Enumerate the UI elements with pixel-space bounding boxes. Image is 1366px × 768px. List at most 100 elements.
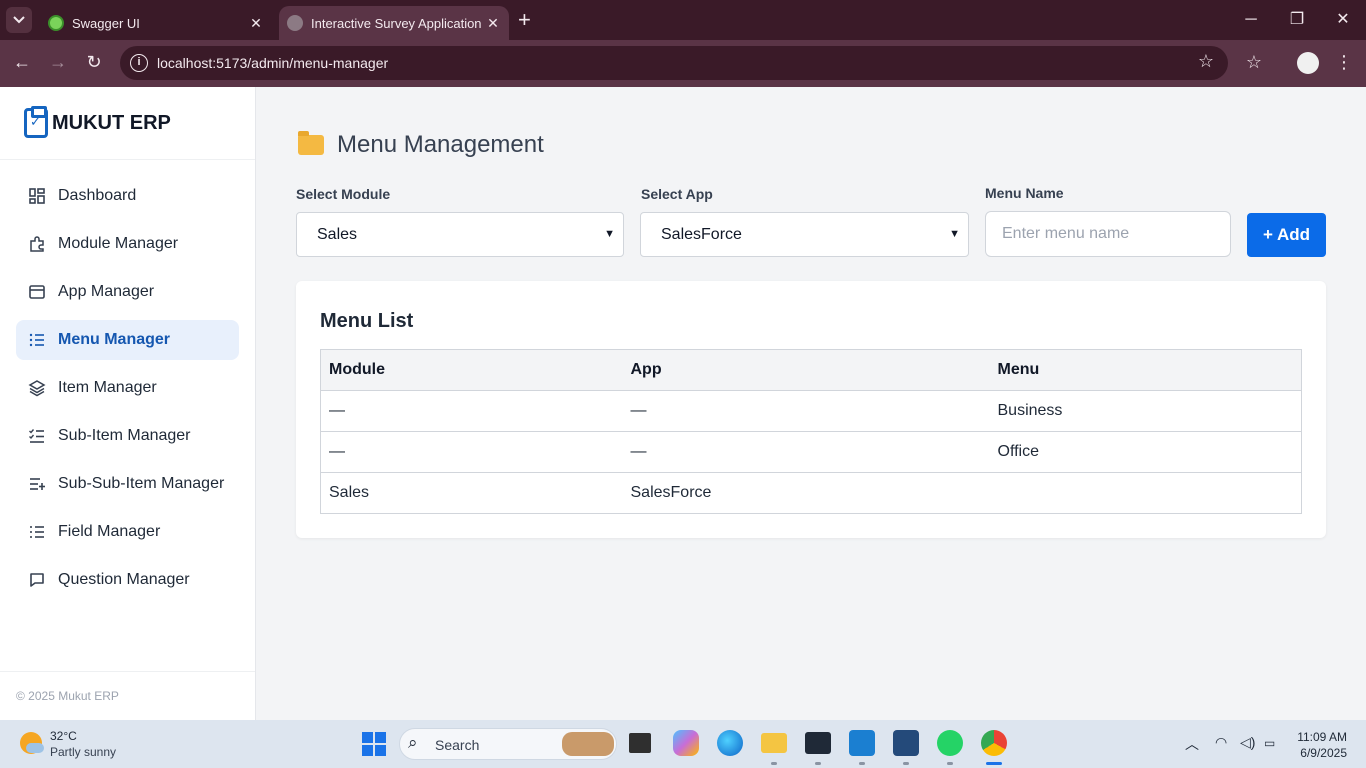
sidebar-footer: © 2025 Mukut ERP bbox=[0, 671, 255, 720]
list-ordered-icon bbox=[30, 526, 44, 538]
profile-avatar[interactable] bbox=[1297, 52, 1319, 74]
sidebar-item-field-manager[interactable]: Field Manager bbox=[16, 512, 239, 552]
module-label: Select Module bbox=[296, 186, 391, 202]
taskbar-search[interactable]: ⌕ Search bbox=[399, 728, 617, 760]
sidebar-item-sub-sub-item-manager[interactable]: Sub-Sub-Item Manager bbox=[16, 464, 239, 504]
running-indicator bbox=[859, 762, 865, 765]
add-button[interactable]: + Add bbox=[1247, 213, 1326, 257]
forward-icon[interactable]: → bbox=[46, 52, 70, 73]
new-tab-button[interactable]: + bbox=[518, 8, 531, 32]
weather-temp: 32°C bbox=[50, 729, 77, 743]
whatsapp-icon[interactable] bbox=[937, 730, 963, 756]
sidebar-item-label: App Manager bbox=[58, 283, 155, 300]
clock-date: 6/9/2025 bbox=[1300, 746, 1347, 760]
search-icon: ⌕ bbox=[408, 733, 418, 752]
brand[interactable]: MUKUT ERP bbox=[0, 87, 255, 160]
address-bar[interactable]: i localhost:5173/admin/menu-manager ☆ bbox=[120, 46, 1228, 80]
sidebar-item-item-manager[interactable]: Item Manager bbox=[16, 368, 239, 408]
browser-tab-bar: Swagger UI ✕ Interactive Survey Applicat… bbox=[0, 0, 1366, 40]
chevron-up-icon[interactable]: ︿ bbox=[1185, 734, 1199, 754]
minimize-button[interactable]: ─ bbox=[1228, 6, 1274, 34]
cell-app: — bbox=[622, 390, 990, 432]
sidebar-item-sub-item-manager[interactable]: Sub-Item Manager bbox=[16, 416, 239, 456]
page-title-text: Menu Management bbox=[337, 131, 544, 158]
sidebar-item-menu-manager[interactable]: Menu Manager bbox=[16, 320, 239, 360]
window-icon bbox=[29, 285, 45, 299]
copilot-icon[interactable] bbox=[673, 730, 699, 756]
task-view-icon[interactable] bbox=[629, 733, 651, 753]
cell-module: — bbox=[320, 431, 623, 473]
sidebar-item-module-manager[interactable]: Module Manager bbox=[16, 224, 239, 264]
puzzle-icon bbox=[30, 236, 44, 252]
chevron-down-icon: ▼ bbox=[949, 228, 960, 240]
reload-icon[interactable]: ↻ bbox=[82, 52, 106, 73]
menu-list-card: Menu List Module App Menu — — Business —… bbox=[296, 281, 1326, 538]
folder-icon bbox=[298, 131, 324, 155]
clock[interactable]: 11:09 AM 6/9/2025 bbox=[1297, 729, 1347, 761]
sidebar-item-label: Item Manager bbox=[58, 379, 157, 396]
bookmark-star-icon[interactable]: ☆ bbox=[1198, 51, 1214, 72]
database-tool-icon[interactable] bbox=[893, 730, 919, 756]
site-info-icon[interactable]: i bbox=[130, 54, 148, 72]
browser-tab-survey[interactable]: Interactive Survey Application w ✕ bbox=[279, 6, 509, 40]
close-icon[interactable]: ✕ bbox=[483, 15, 503, 32]
favorites-icon[interactable]: ☆ bbox=[1242, 52, 1266, 73]
sidebar-item-app-manager[interactable]: App Manager bbox=[16, 272, 239, 312]
chrome-icon[interactable] bbox=[981, 730, 1007, 756]
column-header-module: Module bbox=[320, 349, 623, 391]
sidebar-item-label: Dashboard bbox=[58, 187, 137, 204]
menu-name-input[interactable]: Enter menu name bbox=[985, 211, 1231, 257]
module-select-value: Sales bbox=[317, 226, 358, 243]
list-add-icon bbox=[30, 478, 45, 490]
back-icon[interactable]: ← bbox=[10, 52, 34, 73]
running-indicator bbox=[815, 762, 821, 765]
sidebar-item-label: Question Manager bbox=[58, 571, 190, 588]
menu-table: Module App Menu — — Business — — Office … bbox=[320, 349, 1302, 514]
volume-icon[interactable]: ◁) bbox=[1240, 734, 1255, 751]
windows-start-icon[interactable] bbox=[362, 732, 386, 756]
sidebar-item-label: Field Manager bbox=[58, 523, 161, 540]
active-indicator bbox=[986, 762, 1002, 765]
message-square-icon bbox=[30, 573, 44, 587]
vscode-icon[interactable] bbox=[849, 730, 875, 756]
cell-menu: Office bbox=[989, 431, 1302, 473]
partly-sunny-icon[interactable] bbox=[20, 732, 44, 754]
column-header-app: App bbox=[622, 349, 990, 391]
taskbar: 32°C Partly sunny ⌕ Search ︿ ◠ ◁) ▭ 11:0… bbox=[0, 720, 1366, 768]
battery-icon[interactable]: ▭ bbox=[1264, 736, 1275, 750]
tab-title: Interactive Survey Application w bbox=[311, 15, 483, 31]
table-row: Sales SalesForce bbox=[320, 472, 1302, 514]
cell-menu bbox=[989, 472, 1302, 514]
list-icon bbox=[29, 333, 44, 347]
tab-title: Swagger UI bbox=[72, 15, 140, 31]
file-explorer-icon[interactable] bbox=[761, 733, 787, 753]
app-label: Select App bbox=[641, 186, 713, 202]
close-icon[interactable]: ✕ bbox=[246, 15, 266, 32]
weather-desc: Partly sunny bbox=[50, 745, 117, 759]
sidebar-item-question-manager[interactable]: Question Manager bbox=[16, 560, 239, 600]
browser-tab-swagger[interactable]: Swagger UI ✕ bbox=[36, 6, 272, 40]
sidebar-menu: Dashboard Module Manager App Manager Men… bbox=[0, 160, 255, 600]
restore-button[interactable]: ❐ bbox=[1274, 6, 1320, 34]
terminal-icon[interactable] bbox=[805, 732, 831, 754]
more-menu-icon[interactable]: ⋮ bbox=[1332, 52, 1356, 73]
url-text: localhost:5173/admin/menu-manager bbox=[157, 55, 389, 71]
close-window-button[interactable]: ✕ bbox=[1320, 6, 1366, 34]
app-select-value: SalesForce bbox=[661, 226, 742, 243]
menu-name-label: Menu Name bbox=[985, 185, 1064, 201]
sidebar-item-label: Sub-Sub-Item Manager bbox=[58, 475, 225, 492]
app-select[interactable]: SalesForce ▼ bbox=[640, 212, 969, 257]
checklist-icon bbox=[29, 429, 44, 443]
page-title: Menu Management bbox=[298, 131, 544, 159]
brand-name: MUKUT ERP bbox=[52, 111, 171, 134]
module-select[interactable]: Sales ▼ bbox=[296, 212, 624, 257]
sidebar-item-dashboard[interactable]: Dashboard bbox=[16, 176, 239, 216]
wifi-icon[interactable]: ◠ bbox=[1215, 734, 1227, 751]
table-row: — — Business bbox=[320, 390, 1302, 432]
taskbar-search-label: Search bbox=[435, 737, 480, 753]
table-row: — — Office bbox=[320, 431, 1302, 473]
tab-search-button[interactable] bbox=[6, 7, 32, 33]
card-title: Menu List bbox=[320, 310, 414, 332]
edge-icon[interactable] bbox=[717, 730, 743, 756]
dashboard-icon bbox=[29, 188, 45, 204]
